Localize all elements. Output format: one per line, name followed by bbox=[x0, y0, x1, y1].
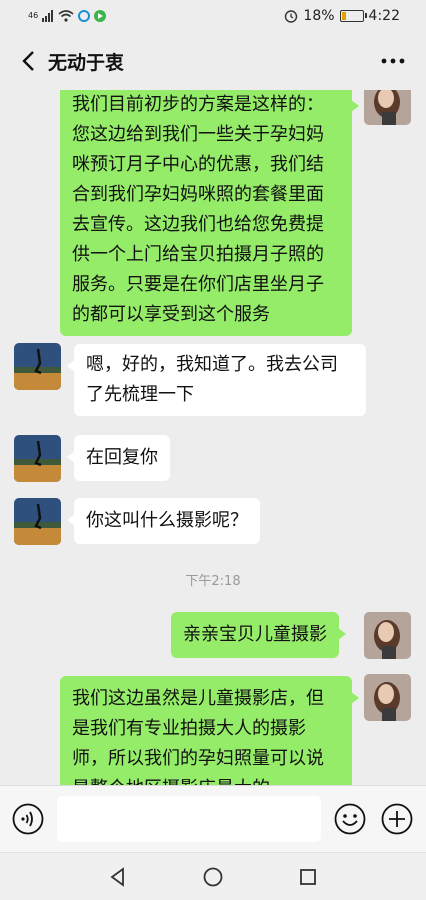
avatar-contact[interactable] bbox=[14, 343, 61, 390]
message-bubble-self[interactable]: 亲亲宝贝儿童摄影 bbox=[171, 612, 346, 658]
back-button[interactable] bbox=[8, 41, 48, 81]
message-bubble-contact[interactable]: 你这叫什么摄影呢？ bbox=[67, 498, 260, 544]
more-options-button[interactable] bbox=[378, 46, 408, 76]
triangle-back-icon bbox=[110, 867, 124, 887]
message-bubble-contact[interactable]: 在回复你 bbox=[67, 435, 170, 481]
more-icon bbox=[381, 58, 405, 64]
message-input-bar bbox=[0, 785, 426, 853]
system-home-button[interactable] bbox=[201, 865, 225, 889]
message-text: 在回复你 bbox=[86, 447, 158, 468]
voice-icon bbox=[12, 803, 44, 835]
message-text: 你这叫什么摄影呢？ bbox=[86, 510, 248, 531]
system-navigation-bar bbox=[0, 852, 426, 900]
message-timestamp: 下午2:18 bbox=[185, 574, 241, 589]
message-bubble-self[interactable]: 我们目前初步的方案是这样的：您这边给到我们一些关于孕妇妈咪预订月子中心的优惠，我… bbox=[60, 90, 359, 336]
message-list[interactable]: 我们目前初步的方案是这样的：您这边给到我们一些关于孕妇妈咪预订月子中心的优惠，我… bbox=[0, 90, 426, 785]
message-input[interactable] bbox=[57, 796, 321, 842]
message-text: 亲亲宝贝儿童摄影 bbox=[183, 624, 327, 645]
avatar-self[interactable] bbox=[364, 674, 411, 721]
more-functions-button[interactable] bbox=[381, 803, 413, 835]
signal-icon bbox=[42, 10, 54, 22]
system-recents-button[interactable] bbox=[296, 865, 320, 889]
message-text: 我们这边虽然是儿童摄影店，但是我们有专业拍摄大人的摄影师，所以我们的孕妇照量可以… bbox=[72, 688, 324, 785]
chevron-left-icon bbox=[22, 51, 34, 71]
battery-percent: 18% bbox=[303, 8, 335, 24]
wifi-icon bbox=[58, 10, 74, 22]
app-notification-icon bbox=[78, 10, 91, 22]
network-type: 46 bbox=[28, 11, 39, 20]
voice-input-button[interactable] bbox=[12, 803, 44, 835]
plus-icon bbox=[381, 803, 413, 835]
avatar-contact[interactable] bbox=[14, 435, 61, 482]
emoji-button[interactable] bbox=[334, 803, 366, 835]
clock-time: 4:22 bbox=[368, 8, 400, 24]
message-bubble-contact[interactable]: 嗯，好的，我知道了。我去公司了先梳理一下 bbox=[67, 344, 366, 416]
alarm-icon bbox=[285, 10, 298, 23]
circle-home-icon bbox=[203, 867, 223, 887]
square-recents-icon bbox=[300, 869, 316, 885]
play-store-icon bbox=[94, 10, 107, 22]
avatar-self[interactable] bbox=[364, 90, 411, 125]
avatar-contact[interactable] bbox=[14, 498, 61, 545]
battery-icon bbox=[339, 10, 367, 22]
emoji-icon bbox=[334, 803, 366, 835]
avatar-self[interactable] bbox=[364, 612, 411, 659]
message-text: 我们目前初步的方案是这样的：您这边给到我们一些关于孕妇妈咪预订月子中心的优惠，我… bbox=[72, 94, 324, 325]
message-bubble-self[interactable]: 我们这边虽然是儿童摄影店，但是我们有专业拍摄大人的摄影师，所以我们的孕妇照量可以… bbox=[60, 676, 359, 785]
status-bar: 46 18% 4:22 bbox=[0, 0, 426, 32]
message-text: 嗯，好的，我知道了。我去公司了先梳理一下 bbox=[86, 354, 338, 405]
system-back-button[interactable] bbox=[106, 865, 130, 889]
chat-header: 无动于衷 bbox=[0, 32, 426, 90]
chat-title: 无动于衷 bbox=[48, 51, 125, 74]
